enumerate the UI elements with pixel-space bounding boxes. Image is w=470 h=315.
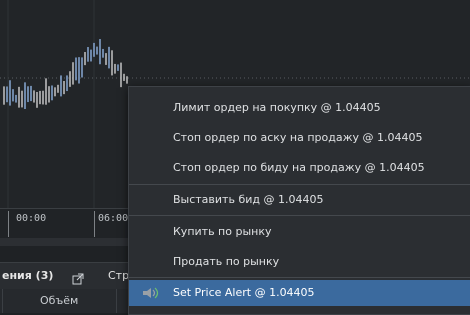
menu-item-label: Стоп ордер по аску на продажу @ 1.04405 — [173, 131, 423, 144]
popout-icon[interactable] — [72, 270, 84, 289]
menu-separator — [129, 277, 470, 278]
time-label: 00:00 — [16, 213, 47, 224]
menu-item-label: Продать по рынку — [173, 255, 280, 268]
menu-item-buy-market[interactable]: Купить по рынку — [129, 219, 470, 245]
menu-item-stop-ask-sell[interactable]: Стоп ордер по аску на продажу @ 1.04405 — [129, 125, 470, 151]
column-separator — [2, 289, 3, 313]
alert-icon — [141, 287, 161, 302]
menu-item-stop-bid-sell[interactable]: Стоп ордер по биду на продажу @ 1.04405 — [129, 155, 470, 181]
tab-orders[interactable]: Стр — [108, 269, 129, 282]
column-separator — [116, 289, 117, 313]
menu-separator — [129, 215, 470, 216]
context-menu: Лимит ордер на покупку @ 1.04405 Стоп ор… — [128, 86, 470, 315]
menu-item-set-price-alert[interactable]: Set Price Alert @ 1.04405 — [129, 280, 470, 306]
time-label: 06:00 — [98, 213, 129, 224]
menu-item-label: Купить по рынку — [173, 225, 272, 238]
time-separator — [94, 211, 95, 237]
menu-item-label: Set Price Alert @ 1.04405 — [173, 286, 315, 299]
time-separator — [8, 211, 9, 237]
menu-item-place-bid[interactable]: Выставить бид @ 1.04405 — [129, 187, 470, 213]
menu-item-buy-limit[interactable]: Лимит ордер на покупку @ 1.04405 — [129, 95, 470, 121]
menu-separator — [129, 184, 470, 185]
menu-item-label: Лимит ордер на покупку @ 1.04405 — [173, 101, 381, 114]
menu-item-label: Стоп ордер по биду на продажу @ 1.04405 — [173, 161, 425, 174]
column-header-volume[interactable]: Объём — [40, 294, 78, 307]
tab-positions[interactable]: ения (3) — [2, 269, 53, 282]
menu-item-sell-market[interactable]: Продать по рынку — [129, 249, 470, 275]
menu-item-label: Выставить бид @ 1.04405 — [173, 193, 324, 206]
